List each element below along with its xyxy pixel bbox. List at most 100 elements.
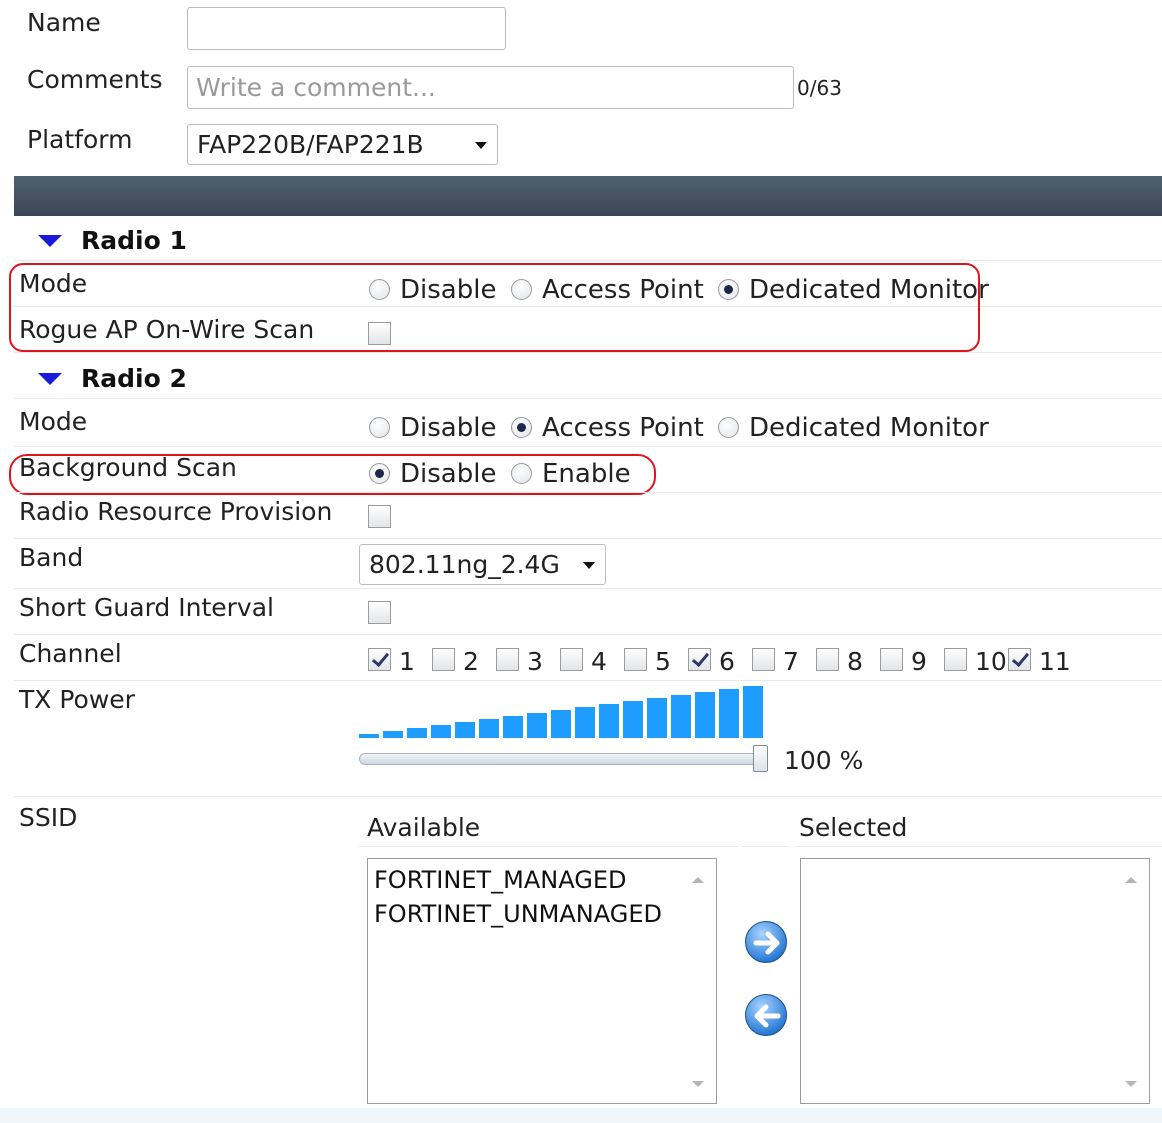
band-select-value: 802.11ng_2.4G xyxy=(369,550,560,579)
highlight-box-radio1 xyxy=(9,263,980,352)
channel-3-checkbox[interactable] xyxy=(496,648,519,671)
platform-select-value: FAP220B/FAP221B xyxy=(197,130,424,159)
comments-counter: 0/63 xyxy=(797,76,842,100)
channel-6-checkbox[interactable] xyxy=(688,648,711,671)
highlight-box-background-scan xyxy=(9,454,656,495)
ssid-available-list[interactable]: FORTINET_MANAGED FORTINET_UNMANAGED xyxy=(367,858,717,1104)
divider xyxy=(794,846,1162,847)
sgi-checkbox[interactable] xyxy=(368,601,391,624)
channel-1-checkbox[interactable] xyxy=(368,648,391,671)
sgi-label: Short Guard Interval xyxy=(19,593,274,622)
comments-input-box[interactable] xyxy=(187,66,794,109)
scroll-down-icon[interactable] xyxy=(1125,1081,1137,1087)
channel-5-checkbox[interactable] xyxy=(624,648,647,671)
channel-10-checkbox[interactable] xyxy=(944,648,967,671)
section-header-bar xyxy=(14,176,1162,216)
divider xyxy=(14,634,1162,635)
divider xyxy=(14,538,1162,539)
radio2-mode-monitor-label: Dedicated Monitor xyxy=(749,413,989,443)
scroll-down-icon[interactable] xyxy=(692,1081,704,1087)
channel-6-label: 6 xyxy=(719,647,735,676)
channel-9-checkbox[interactable] xyxy=(880,648,903,671)
divider xyxy=(359,846,738,847)
channel-2-checkbox[interactable] xyxy=(432,648,455,671)
rrp-checkbox[interactable] xyxy=(368,505,391,528)
name-input[interactable] xyxy=(188,8,505,49)
divider xyxy=(14,492,1162,493)
tx-power-bar xyxy=(407,728,427,738)
divider xyxy=(14,352,1162,353)
radio2-mode-monitor-radio[interactable] xyxy=(718,417,739,438)
divider xyxy=(14,260,1162,261)
radio2-mode-ap-label: Access Point xyxy=(542,413,704,443)
radio2-mode-label: Mode xyxy=(19,407,88,436)
channel-3-label: 3 xyxy=(527,647,543,676)
channel-5-label: 5 xyxy=(655,647,671,676)
move-left-button[interactable] xyxy=(745,994,787,1036)
radio2-mode-disable-radio[interactable] xyxy=(369,417,390,438)
channel-4-checkbox[interactable] xyxy=(560,648,583,671)
channel-11-label: 11 xyxy=(1039,647,1071,676)
channel-4-label: 4 xyxy=(591,647,607,676)
bottom-strip xyxy=(0,1108,1162,1123)
channel-10-label: 10 xyxy=(975,647,1007,676)
tx-power-bar xyxy=(359,734,379,738)
tx-power-bar xyxy=(599,704,619,738)
ssid-selected-label: Selected xyxy=(799,813,908,842)
channel-2-label: 2 xyxy=(463,647,479,676)
arrow-right-circle-icon xyxy=(753,931,780,955)
tx-power-label: TX Power xyxy=(19,685,135,714)
divider xyxy=(14,398,1162,399)
scroll-up-icon[interactable] xyxy=(692,877,704,883)
tx-power-meter xyxy=(359,686,763,738)
tx-power-bar xyxy=(383,731,403,738)
ssid-available-label: Available xyxy=(367,813,481,842)
tx-power-bar xyxy=(695,692,715,738)
tx-power-bar xyxy=(431,725,451,738)
channel-1-label: 1 xyxy=(399,647,415,676)
band-select[interactable]: 802.11ng_2.4G xyxy=(359,544,606,585)
channel-7-label: 7 xyxy=(783,647,799,676)
collapse-triangle-icon[interactable] xyxy=(38,235,62,247)
move-right-button[interactable] xyxy=(745,921,787,963)
radio2-mode-disable-label: Disable xyxy=(400,413,497,443)
tx-power-slider-track[interactable] xyxy=(359,753,759,765)
radio1-title[interactable]: Radio 1 xyxy=(81,226,187,255)
radio2-title[interactable]: Radio 2 xyxy=(81,364,187,393)
platform-label: Platform xyxy=(27,125,133,154)
tx-power-bar xyxy=(743,686,763,738)
comments-label: Comments xyxy=(27,65,163,94)
divider xyxy=(14,446,1162,447)
divider xyxy=(14,680,1162,681)
channel-8-checkbox[interactable] xyxy=(816,648,839,671)
tx-power-bar xyxy=(647,698,667,738)
tx-power-bar xyxy=(527,713,547,738)
divider xyxy=(742,846,790,847)
tx-power-bar xyxy=(623,701,643,738)
ssid-selected-list[interactable] xyxy=(800,858,1150,1104)
comments-input[interactable] xyxy=(188,67,793,108)
tx-power-bar xyxy=(671,695,691,738)
scroll-up-icon[interactable] xyxy=(1125,877,1137,883)
channel-7-checkbox[interactable] xyxy=(752,648,775,671)
chevron-down-icon xyxy=(475,141,487,149)
divider xyxy=(14,796,1162,797)
tx-power-bar xyxy=(575,707,595,738)
tx-power-bar xyxy=(719,689,739,738)
chevron-down-icon xyxy=(583,561,595,569)
list-item[interactable]: FORTINET_MANAGED xyxy=(368,863,716,897)
rrp-label: Radio Resource Provision xyxy=(19,497,333,526)
channel-8-label: 8 xyxy=(847,647,863,676)
tx-power-bar xyxy=(479,719,499,738)
tx-power-bar xyxy=(455,722,475,738)
list-item[interactable]: FORTINET_UNMANAGED xyxy=(368,897,716,931)
name-input-box[interactable] xyxy=(187,7,506,50)
channel-11-checkbox[interactable] xyxy=(1008,648,1031,671)
radio2-mode-ap-radio[interactable] xyxy=(511,417,532,438)
tx-power-value: 100 % xyxy=(784,746,864,775)
ssid-label: SSID xyxy=(19,803,78,832)
platform-select[interactable]: FAP220B/FAP221B xyxy=(187,124,498,165)
tx-power-slider-thumb[interactable] xyxy=(753,745,768,772)
name-label: Name xyxy=(27,8,101,37)
collapse-triangle-icon[interactable] xyxy=(38,373,62,385)
